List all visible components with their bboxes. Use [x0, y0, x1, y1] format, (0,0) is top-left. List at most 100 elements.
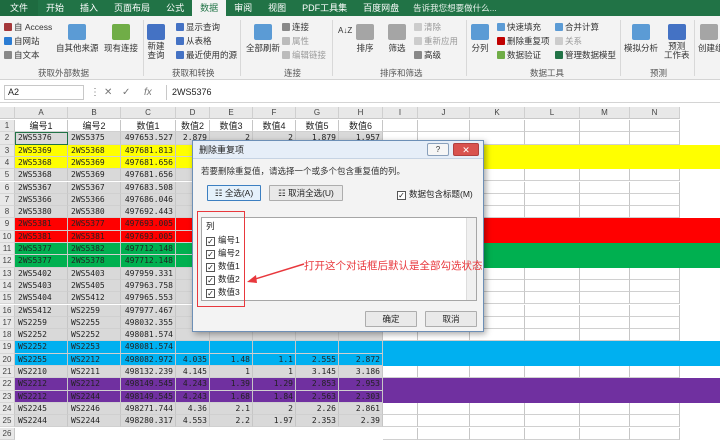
empty-cell[interactable]: [525, 316, 580, 330]
empty-cell[interactable]: [525, 292, 580, 305]
data-cell[interactable]: 497965.553: [121, 292, 176, 305]
data-cell[interactable]: 1.39: [210, 378, 253, 391]
empty-cell[interactable]: [525, 415, 580, 428]
row-header[interactable]: 16: [0, 304, 15, 317]
data-cell[interactable]: 2WS5403: [68, 267, 121, 280]
data-cell[interactable]: 2WS5375: [68, 132, 121, 145]
unselect-all-button[interactable]: ☷ 取消全选(U): [269, 185, 343, 201]
empty-cell[interactable]: [580, 120, 630, 133]
empty-cell[interactable]: [580, 329, 630, 342]
data-cell[interactable]: 2.563: [296, 390, 339, 403]
empty-cell[interactable]: [630, 181, 680, 194]
empty-cell[interactable]: [525, 120, 580, 133]
data-cell[interactable]: WS2244: [15, 415, 68, 428]
tab-4[interactable]: 公式: [158, 0, 192, 16]
edit-links-button[interactable]: 编辑链接: [282, 49, 326, 61]
row-header[interactable]: 8: [0, 206, 15, 219]
forecast-sheet-button[interactable]: 预测 工作表: [664, 24, 690, 60]
tab-7[interactable]: 视图: [260, 0, 294, 16]
row-header[interactable]: 24: [0, 402, 15, 416]
empty-cell[interactable]: [525, 329, 580, 342]
row-header[interactable]: 18: [0, 329, 15, 342]
enter-icon[interactable]: ✓: [122, 85, 130, 100]
from-text-button[interactable]: 自文本: [4, 49, 40, 61]
data-cell[interactable]: 2WS5366: [15, 193, 68, 207]
data-cell[interactable]: 4.553: [176, 415, 210, 428]
reapply-button[interactable]: 重新应用: [414, 35, 458, 47]
data-cell[interactable]: 2WS5381: [68, 230, 121, 243]
empty-cell[interactable]: [418, 415, 470, 428]
row-header[interactable]: 21: [0, 366, 15, 379]
header-cell[interactable]: 数值3: [210, 120, 253, 133]
column-header[interactable]: N: [630, 107, 680, 119]
flash-fill-button[interactable]: 快速填充: [497, 21, 541, 33]
new-query-button[interactable]: 新建 查询: [147, 24, 165, 60]
existing-connections-button[interactable]: 现有连接: [104, 24, 138, 54]
data-cell[interactable]: WS2252: [68, 329, 121, 342]
show-query-button[interactable]: 显示查询: [176, 21, 220, 33]
empty-cell[interactable]: [418, 402, 470, 416]
data-cell[interactable]: WS2212: [15, 390, 68, 403]
data-cell[interactable]: 497693.005: [121, 230, 176, 243]
fx-icon[interactable]: fx: [144, 85, 152, 100]
empty-cell[interactable]: [525, 402, 580, 416]
from-table-button[interactable]: 从表格: [176, 35, 212, 47]
data-cell[interactable]: 2WS5378: [68, 255, 121, 268]
row-header[interactable]: 9: [0, 218, 15, 231]
empty-cell[interactable]: [525, 279, 580, 293]
name-box[interactable]: A2: [4, 85, 84, 100]
empty-cell[interactable]: [580, 206, 630, 219]
formula-input[interactable]: 2WS5376: [166, 85, 716, 100]
data-cell[interactable]: 497959.331: [121, 267, 176, 280]
column-header[interactable]: G: [296, 107, 339, 119]
empty-cell[interactable]: [630, 292, 680, 305]
data-cell[interactable]: 2WS5367: [15, 181, 68, 194]
row-header[interactable]: 6: [0, 181, 15, 194]
data-cell[interactable]: 2WS5412: [68, 292, 121, 305]
empty-cell[interactable]: [525, 267, 580, 280]
data-cell[interactable]: 497977.467: [121, 304, 176, 317]
data-cell[interactable]: 2.2: [210, 415, 253, 428]
empty-cell[interactable]: [525, 206, 580, 219]
ok-button[interactable]: 确定: [365, 311, 417, 327]
data-cell[interactable]: [210, 341, 253, 354]
tab-2[interactable]: 插入: [72, 0, 106, 16]
from-access-button[interactable]: 自 Access: [4, 21, 52, 33]
column-header[interactable]: L: [525, 107, 580, 119]
data-cell[interactable]: 2WS5412: [15, 304, 68, 317]
empty-cell[interactable]: [630, 120, 680, 133]
data-cell[interactable]: 4.243: [176, 390, 210, 403]
empty-cell[interactable]: [383, 402, 418, 416]
data-cell[interactable]: [176, 341, 210, 354]
relationships-button[interactable]: 关系: [555, 35, 582, 47]
data-cell[interactable]: 2WS5377: [15, 243, 68, 256]
empty-cell[interactable]: [580, 169, 630, 182]
row-header[interactable]: 2: [0, 132, 15, 145]
empty-cell[interactable]: [580, 181, 630, 194]
empty-cell[interactable]: [525, 366, 580, 379]
other-sources-button[interactable]: 自其他来源: [56, 24, 99, 54]
data-cell[interactable]: 2: [253, 402, 296, 416]
row-header[interactable]: 17: [0, 316, 15, 330]
tell-me-search[interactable]: 告诉我您想要做什么...: [413, 2, 497, 14]
data-cell[interactable]: WS2246: [68, 402, 121, 416]
data-cell[interactable]: WS2253: [68, 341, 121, 354]
data-cell[interactable]: 1.29: [253, 378, 296, 391]
data-cell[interactable]: WS2245: [15, 402, 68, 416]
empty-cell[interactable]: [470, 427, 525, 440]
data-cell[interactable]: 2WS5405: [68, 279, 121, 293]
empty-cell[interactable]: [383, 427, 418, 440]
empty-cell[interactable]: [580, 279, 630, 293]
what-if-button[interactable]: 模拟分析: [624, 24, 658, 54]
data-cell[interactable]: 498132.239: [121, 366, 176, 379]
data-cell[interactable]: 2WS5369: [68, 169, 121, 182]
tab-6[interactable]: 审阅: [226, 0, 260, 16]
data-cell[interactable]: WS2252: [15, 329, 68, 342]
chevron-down-icon[interactable]: ⋮: [90, 85, 100, 100]
empty-cell[interactable]: [630, 267, 680, 280]
data-cell[interactable]: [253, 341, 296, 354]
data-cell[interactable]: 2WS5380: [68, 206, 121, 219]
sort-az-button[interactable]: A↓Z: [338, 26, 352, 35]
empty-cell[interactable]: [470, 120, 525, 133]
close-button[interactable]: ✕: [453, 143, 479, 156]
